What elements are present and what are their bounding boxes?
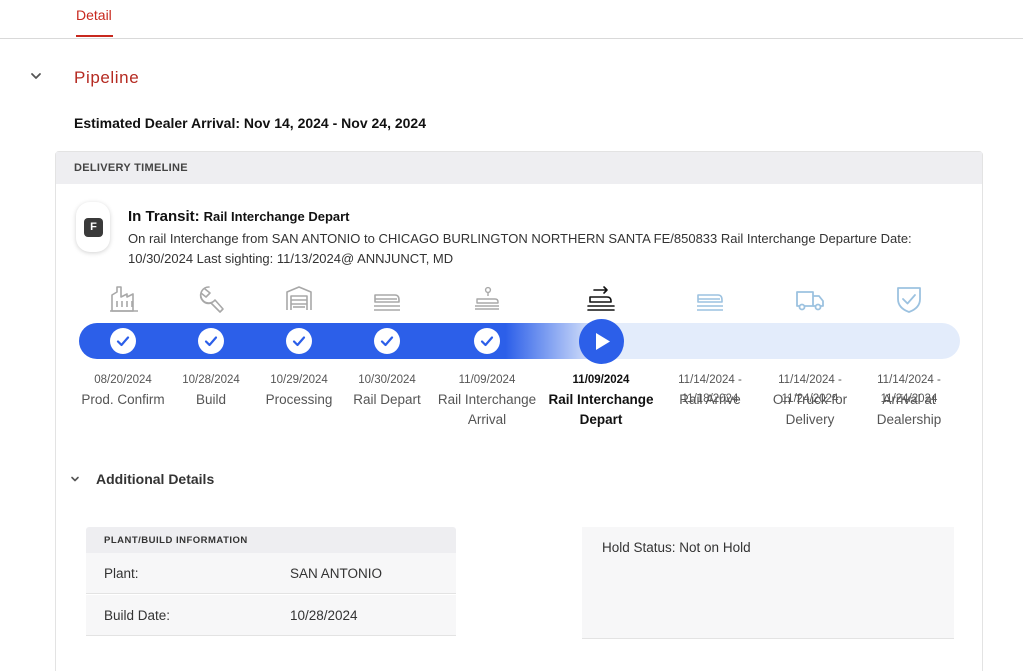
- stage-name: Rail Interchange Arrival: [437, 392, 537, 427]
- stage-complete-check-icon: [286, 328, 312, 354]
- plant-info-header: PLANT/BUILD INFORMATION: [86, 527, 456, 553]
- stage-complete-check-icon: [198, 328, 224, 354]
- card-header: DELIVERY TIMELINE: [56, 152, 982, 184]
- brand-badge-letter: F: [84, 218, 103, 237]
- transit-status-line: In Transit: Rail Interchange Depart: [128, 208, 350, 225]
- hold-status-box: Hold Status: Not on Hold: [582, 527, 954, 639]
- stage-name: Rail Arrive: [679, 392, 741, 407]
- plant-info-header-label: PLANT/BUILD INFORMATION: [104, 535, 248, 546]
- rail-car-icon: [371, 283, 403, 315]
- stage-name: Rail Depart: [353, 392, 421, 407]
- build-date-key: Build Date:: [104, 608, 171, 623]
- transit-status-value: Rail Interchange Depart: [203, 209, 350, 224]
- rail-interchange-depart-icon: [585, 283, 617, 315]
- stage-name: On Truck for Delivery: [772, 392, 848, 427]
- estimated-arrival: Estimated Dealer Arrival: Nov 14, 2024 -…: [74, 115, 426, 131]
- build-date-value: 10/28/2024: [290, 608, 358, 623]
- stage-complete-check-icon: [110, 328, 136, 354]
- pipeline-collapse-chevron-icon[interactable]: [28, 68, 44, 84]
- transit-description: On rail Interchange from SAN ANTONIO to …: [128, 231, 912, 266]
- card-header-label: DELIVERY TIMELINE: [74, 162, 188, 174]
- stage-complete-check-icon: [474, 328, 500, 354]
- processing-garage-icon: [283, 283, 315, 315]
- shield-check-icon: [893, 283, 925, 315]
- stage-date-current: 11/09/2024: [572, 374, 630, 386]
- stage-date: 10/30/2024: [358, 374, 416, 386]
- delivery-timeline-card: DELIVERY TIMELINE F In Transit: Rail Int…: [55, 151, 983, 671]
- stage-name: Arrival at Dealership: [876, 392, 942, 427]
- additional-details-chevron-icon[interactable]: [68, 472, 82, 486]
- build-date-row: Build Date: 10/28/2024: [86, 595, 456, 636]
- current-stage-play-icon: [579, 319, 624, 364]
- section-title: Pipeline: [74, 68, 140, 87]
- brand-badge: F: [76, 202, 110, 252]
- stage-name-current: Rail Interchange Depart: [548, 392, 654, 427]
- wrench-icon: [195, 283, 227, 315]
- tab-detail[interactable]: Detail: [76, 7, 112, 23]
- plant-build-info: PLANT/BUILD INFORMATION Plant: SAN ANTON…: [86, 527, 456, 637]
- rail-interchange-arrival-icon: [471, 283, 503, 315]
- hold-status-text: Hold Status: Not on Hold: [602, 540, 751, 555]
- factory-icon: [108, 283, 140, 315]
- rail-arrive-icon: [694, 283, 726, 315]
- additional-details-title[interactable]: Additional Details: [96, 471, 214, 487]
- stage-complete-check-icon: [374, 328, 400, 354]
- progress-fill: [79, 323, 599, 359]
- transit-status-label: In Transit:: [128, 208, 200, 225]
- plant-value: SAN ANTONIO: [290, 566, 383, 581]
- stage-date: 11/09/2024: [458, 374, 516, 386]
- plant-key: Plant:: [104, 566, 139, 581]
- plant-row: Plant: SAN ANTONIO: [86, 553, 456, 594]
- truck-icon: [794, 283, 826, 315]
- tab-active-underline: [76, 35, 113, 37]
- tab-bar: Detail: [0, 0, 1023, 39]
